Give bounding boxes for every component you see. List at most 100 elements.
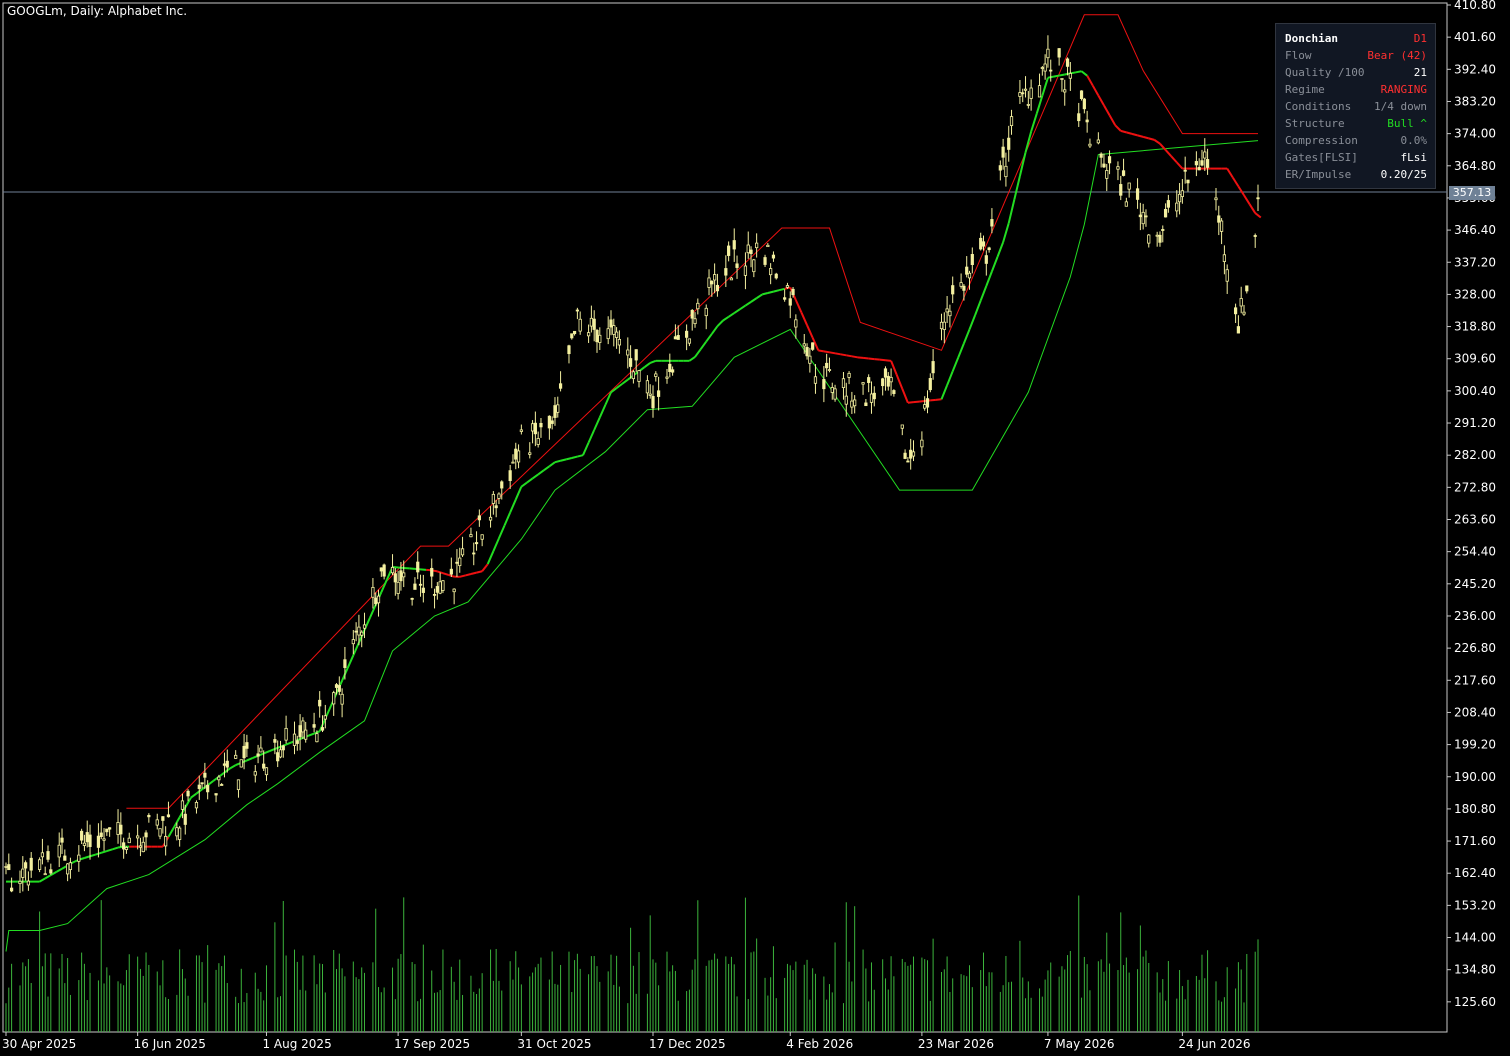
current-price-label: 357.13 — [1449, 186, 1495, 200]
donchian-mid-line — [106, 848, 113, 852]
donchian-mid-line — [571, 455, 578, 459]
donchian-mid-line — [486, 550, 495, 565]
candle-body — [26, 880, 31, 886]
candle-body — [900, 424, 904, 429]
donchian-mid-line — [112, 846, 119, 851]
candle-body — [909, 449, 913, 459]
candle-body — [29, 857, 33, 871]
candle-body — [315, 733, 319, 743]
donchian-mid-line — [957, 342, 965, 358]
candle-body — [567, 345, 571, 355]
candle-body — [161, 816, 165, 821]
candle-body — [449, 568, 453, 575]
candle-body — [1043, 63, 1047, 72]
y-tick-label: 401.60 — [1454, 30, 1496, 44]
donchian-mid-line — [990, 256, 999, 272]
donchian-lines — [5, 14, 1262, 952]
donchian-mid-line — [705, 333, 713, 343]
candle-body — [1040, 67, 1044, 69]
candle-body — [970, 254, 974, 265]
donchian-mid-line — [167, 826, 175, 838]
panel-row: Regime RANGING — [1285, 81, 1427, 98]
donchian-mid-line — [89, 853, 96, 858]
candle-body — [1163, 208, 1168, 218]
candle-body — [813, 376, 818, 384]
x-tick-label: 17 Dec 2025 — [649, 1037, 726, 1051]
candle-body — [1183, 169, 1187, 172]
donchian-mid-line — [531, 473, 539, 480]
y-tick-label: 217.60 — [1454, 673, 1496, 687]
candle-body — [872, 392, 876, 400]
donchian-mid-line — [1053, 74, 1060, 78]
donchian-mid-line — [229, 764, 237, 770]
candle-body — [1222, 254, 1226, 262]
candle-body — [390, 566, 395, 574]
donchian-mid-line — [481, 563, 489, 572]
candle-body — [46, 851, 50, 860]
candle-body — [1194, 161, 1198, 166]
candle-body — [942, 321, 946, 330]
candle-body — [570, 333, 574, 339]
candle-body — [4, 866, 8, 868]
candle-body — [1119, 184, 1123, 196]
candle-body — [455, 561, 459, 564]
candle-body — [1138, 214, 1142, 218]
panel-value: 1/4 down — [1374, 100, 1427, 113]
donchian-mid-line — [526, 477, 534, 484]
candle-body — [1253, 235, 1257, 237]
candle-body — [1077, 113, 1081, 122]
y-tick-label: 291.20 — [1454, 416, 1496, 430]
donchian-mid-line — [190, 792, 198, 799]
x-tick-label: 24 Jun 2026 — [1178, 1037, 1250, 1051]
candle-body — [572, 330, 577, 335]
donchian-mid-line — [598, 404, 607, 418]
donchian-mid-line — [840, 353, 847, 357]
candle-body — [1175, 202, 1179, 212]
donchian-mid-line — [1091, 85, 1100, 96]
candle-body — [354, 630, 358, 633]
donchian-mid-line — [459, 574, 466, 578]
candle-body — [1001, 146, 1005, 158]
donchian-mid-line — [890, 360, 898, 376]
x-tick-label: 30 Apr 2025 — [2, 1037, 76, 1051]
candle-body — [318, 699, 322, 707]
donchian-mid-line — [503, 512, 512, 526]
candle-body — [1049, 69, 1053, 72]
candle-body — [432, 593, 437, 596]
donchian-mid-line — [268, 748, 276, 753]
donchian-mid-line — [979, 285, 988, 301]
candle-body — [1166, 200, 1170, 208]
candle-body — [186, 790, 190, 797]
candle-body — [962, 285, 966, 291]
donchian-mid-line — [537, 469, 545, 476]
candle-body — [194, 802, 199, 809]
time-axis: 30 Apr 2025 16 Jun 2025 1 Aug 2025 17 Sep 2… — [2, 1032, 1251, 1051]
candle-body — [357, 626, 361, 636]
candle-body — [382, 564, 386, 577]
candle-body — [617, 338, 621, 346]
candle-body — [547, 415, 551, 429]
candle-body — [214, 793, 218, 796]
candle-body — [183, 813, 187, 825]
candle-body — [85, 832, 89, 843]
donchian-mid-line — [818, 349, 825, 353]
candle-body — [222, 763, 227, 766]
candle-body — [281, 745, 285, 751]
candle-body — [379, 567, 383, 572]
panel-label: Conditions — [1285, 100, 1352, 113]
donchian-mid-line — [744, 301, 752, 307]
candle-body — [472, 552, 476, 555]
donchian-mid-line — [84, 855, 91, 859]
candle-body — [416, 561, 420, 573]
candle-body — [421, 587, 425, 593]
candle-body — [256, 753, 260, 757]
candle-body — [911, 451, 916, 457]
candle-body — [766, 244, 770, 248]
candle-body — [122, 842, 126, 850]
y-tick-label: 236.00 — [1454, 609, 1496, 623]
y-tick-label: 180.80 — [1454, 802, 1496, 816]
donchian-mid-line — [1058, 73, 1065, 77]
candle-body — [959, 282, 963, 287]
candle-body — [393, 573, 397, 583]
candle-body — [945, 308, 949, 313]
